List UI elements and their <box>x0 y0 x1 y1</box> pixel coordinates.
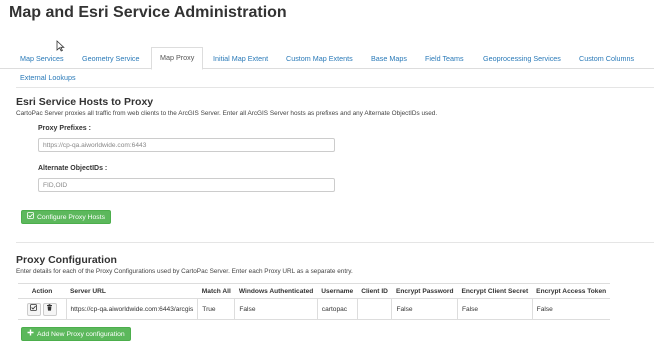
check-square-icon <box>27 211 35 224</box>
column-header-encrypt-access-token: Encrypt Access Token <box>532 283 611 299</box>
column-header-encrypt-password: Encrypt Password <box>391 283 458 299</box>
cell-encrypt-access-token: False <box>531 298 611 320</box>
column-header-client-id: Client ID <box>357 283 392 299</box>
add-proxy-configuration-label: Add New Proxy configuration <box>37 331 125 338</box>
table-header-row: Action Server URL Match All Windows Auth… <box>18 283 611 299</box>
proxy-config-description: Enter details for each of the Proxy Conf… <box>16 268 353 275</box>
hosts-description: CartoPac Server proxies all traffic from… <box>16 110 438 117</box>
column-header-encrypt-client-secret: Encrypt Client Secret <box>457 283 533 299</box>
add-proxy-configuration-button[interactable]: Add New Proxy configuration <box>21 327 131 341</box>
section-divider <box>16 242 654 243</box>
cell-client-id <box>356 298 392 320</box>
column-header-match-all: Match All <box>197 283 235 299</box>
delete-row-button[interactable] <box>42 302 57 316</box>
tab-field-teams[interactable]: Field Teams <box>425 54 464 63</box>
tab-base-maps[interactable]: Base Maps <box>371 54 407 63</box>
action-cell <box>18 298 66 320</box>
tab-custom-map-extents[interactable]: Custom Map Extents <box>286 54 353 63</box>
edit-icon <box>30 303 38 311</box>
tab-geometry-service[interactable]: Geometry Service <box>82 54 140 63</box>
proxy-config-table: Action Server URL Match All Windows Auth… <box>18 283 611 320</box>
proxy-prefixes-input[interactable]: https://cp-qa.aiworldwide.com:6443 <box>38 138 335 152</box>
column-header-server-url: Server URL <box>66 283 198 299</box>
tab-content-divider <box>16 87 654 88</box>
cell-encrypt-password: False <box>391 298 458 320</box>
tab-bar: Map Services Geometry Service Map Proxy … <box>0 47 654 87</box>
tab-external-lookups[interactable]: External Lookups <box>20 73 76 82</box>
tab-custom-columns[interactable]: Custom Columns <box>579 54 634 63</box>
proxy-config-section: Proxy Configuration Enter details for ea… <box>16 254 353 275</box>
table-row: https://cp-qa.aiworldwide.com:6443/arcgi… <box>18 298 611 320</box>
edit-row-button[interactable] <box>26 302 41 316</box>
plus-icon <box>27 328 35 341</box>
cell-match-all: True <box>197 298 235 320</box>
alternate-objectids-input[interactable]: FID,OID <box>38 178 335 192</box>
tab-map-services[interactable]: Map Services <box>20 54 64 63</box>
configure-proxy-hosts-label: Configure Proxy Hosts <box>37 214 105 221</box>
page-title: Map and Esri Service Administration <box>9 4 287 21</box>
hosts-section: Esri Service Hosts to Proxy CartoPac Ser… <box>16 96 437 117</box>
tab-initial-map-extent[interactable]: Initial Map Extent <box>213 54 268 63</box>
proxy-config-heading: Proxy Configuration <box>16 254 117 266</box>
cell-encrypt-client-secret: False <box>456 298 533 320</box>
proxy-prefixes-label: Proxy Prefixes : <box>38 125 91 132</box>
cell-windows-authenticated: False <box>234 298 318 320</box>
column-header-username: Username <box>317 283 358 299</box>
cell-username: cartopac <box>316 298 358 320</box>
column-header-windows-authenticated: Windows Authenticated <box>234 283 318 299</box>
alternate-objectids-label: Alternate ObjectIDs : <box>38 165 108 172</box>
tab-bar-divider <box>0 68 654 69</box>
tab-geoprocessing-services[interactable]: Geoprocessing Services <box>483 54 561 63</box>
tab-map-proxy[interactable]: Map Proxy <box>151 47 204 70</box>
hosts-heading: Esri Service Hosts to Proxy <box>16 96 154 108</box>
configure-proxy-hosts-button[interactable]: Configure Proxy Hosts <box>21 210 111 224</box>
column-header-action: Action <box>18 283 66 299</box>
cell-server-url: https://cp-qa.aiworldwide.com:6443/arcgi… <box>65 298 198 320</box>
trash-icon <box>47 303 53 311</box>
